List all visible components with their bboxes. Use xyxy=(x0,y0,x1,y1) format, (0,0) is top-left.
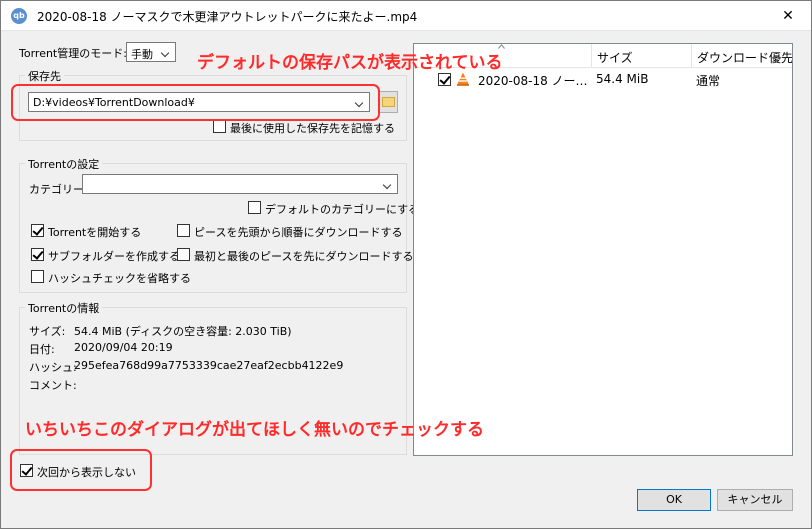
management-mode-select[interactable]: 手動 xyxy=(126,42,176,62)
file-priority: 通常 xyxy=(696,74,721,88)
file-list-tree[interactable]: サイズ ダウンロード優先 2020-08-18 ノー… 54.4 MiB 通常 xyxy=(413,43,793,456)
vlc-file-icon xyxy=(457,72,469,86)
first-last-piece-checkbox[interactable] xyxy=(177,248,190,261)
torrent-info-group-title: Torrentの情報 xyxy=(25,300,103,316)
window-title: 2020-08-18 ノーマスクで木更津アウトレットパークに来たよー.mp4 xyxy=(37,10,418,24)
first-last-piece-label: 最初と最後のピースを先にダウンロードする xyxy=(194,250,414,263)
skip-hash-check-label: ハッシュチェックを省略する xyxy=(48,272,191,285)
category-label: カテゴリー: xyxy=(29,183,88,196)
default-category-checkbox[interactable] xyxy=(248,201,261,214)
cancel-button[interactable]: キャンセル xyxy=(717,489,793,511)
column-header-priority[interactable]: ダウンロード優先 xyxy=(692,44,792,68)
info-comment-label: コメント: xyxy=(29,379,77,392)
create-subfolder-label: サブフォルダーを作成する xyxy=(48,250,180,263)
browse-folder-button[interactable] xyxy=(378,91,398,113)
remember-last-path-checkbox[interactable] xyxy=(213,120,226,133)
info-date-label: 日付: xyxy=(29,343,55,356)
start-torrent-checkbox[interactable] xyxy=(31,224,44,237)
title-bar: qb 2020-08-18 ノーマスクで木更津アウトレットパークに来たよー.mp… xyxy=(1,1,811,31)
remember-last-path-label: 最後に使用した保存先を記憶する xyxy=(230,122,395,135)
save-location-group-title: 保存先 xyxy=(25,68,64,84)
file-name: 2020-08-18 ノー… xyxy=(478,74,588,88)
sequential-download-label: ピースを先頭から順番にダウンロードする xyxy=(194,226,403,239)
create-subfolder-checkbox[interactable] xyxy=(31,248,44,261)
category-combobox[interactable] xyxy=(82,174,398,194)
sequential-download-checkbox[interactable] xyxy=(177,224,190,237)
annotation-text-bottom: いちいちこのダイアログが出てほしく無いのでチェックする xyxy=(25,420,484,440)
chevron-down-icon xyxy=(381,175,395,193)
qbittorrent-app-icon: qb xyxy=(11,8,27,24)
info-hash-value: 295efea768d99a7753339cae27eaf2ecbb4122e9 xyxy=(74,359,344,372)
info-size-value: 54.4 MiB (ディスクの空き容量: 2.030 TiB) xyxy=(74,325,292,338)
close-icon[interactable]: ✕ xyxy=(765,1,811,31)
annotation-highlight-dont-show xyxy=(10,449,152,491)
torrent-settings-group-title: Torrentの設定 xyxy=(25,156,103,172)
chevron-down-icon xyxy=(159,43,173,61)
info-date-value: 2020/09/04 20:19 xyxy=(74,341,173,354)
info-size-label: サイズ: xyxy=(29,325,66,338)
management-mode-value: 手動 xyxy=(131,48,153,61)
folder-icon xyxy=(382,97,395,107)
ok-button[interactable]: OK xyxy=(637,489,711,511)
start-torrent-label: Torrentを開始する xyxy=(48,226,142,239)
info-hash-label: ハッシュ: xyxy=(29,361,77,374)
dialog-window: qb 2020-08-18 ノーマスクで木更津アウトレットパークに来たよー.mp… xyxy=(0,0,812,529)
management-mode-label: Torrent管理のモード: xyxy=(19,47,127,60)
annotation-text-top: デフォルトの保存パスが表示されている xyxy=(197,53,503,73)
file-row-checkbox[interactable] xyxy=(438,73,451,86)
annotation-highlight-save-path xyxy=(11,84,380,121)
skip-hash-check-checkbox[interactable] xyxy=(31,270,44,283)
file-size: 54.4 MiB xyxy=(596,72,649,86)
default-category-label: デフォルトのカテゴリーにする xyxy=(265,203,420,216)
column-header-size[interactable]: サイズ xyxy=(592,44,692,68)
